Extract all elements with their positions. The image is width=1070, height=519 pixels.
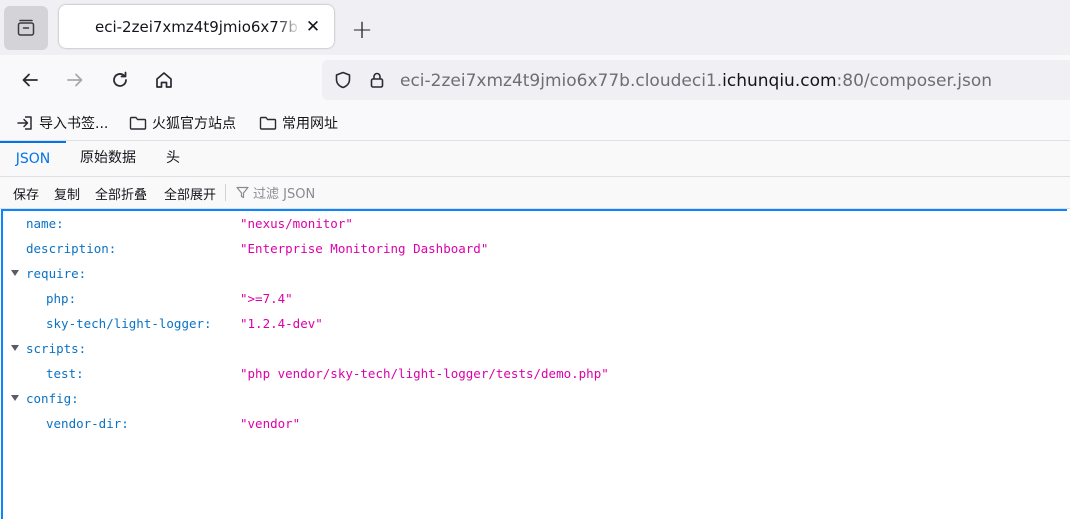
json-row[interactable]: test: "php vendor/sky-tech/light-logger/… bbox=[3, 362, 1063, 384]
expand-toggle-icon[interactable] bbox=[11, 345, 19, 351]
import-icon bbox=[17, 116, 32, 130]
filter-placeholder: 过滤 JSON bbox=[253, 187, 316, 202]
json-toolbar: 保存 复制 全部折叠 全部展开 过滤 JSON bbox=[0, 177, 1070, 209]
json-row[interactable]: vendor-dir: "vendor" bbox=[3, 412, 1063, 434]
json-key: name: bbox=[26, 216, 64, 231]
expand-toggle-icon[interactable] bbox=[11, 270, 19, 276]
tab-raw-data[interactable]: 原始数据 bbox=[80, 141, 136, 176]
json-value: "vendor" bbox=[240, 416, 301, 431]
navigation-toolbar: eci-2zei7xmz4t9jmio6x77b.cloudeci1.ichun… bbox=[0, 55, 1070, 105]
json-key: scripts: bbox=[26, 341, 87, 356]
expand-toggle-icon[interactable] bbox=[11, 395, 19, 401]
close-tab-icon[interactable]: ✕ bbox=[303, 17, 323, 37]
bookmark-label: 火狐官方站点 bbox=[152, 116, 236, 132]
tab-title: eci-2zei7xmz4t9jmio6x77b.cloudeci1.ichun… bbox=[95, 18, 301, 36]
tab-list-icon bbox=[17, 19, 35, 36]
json-value: "php vendor/sky-tech/light-logger/tests/… bbox=[240, 366, 609, 381]
tracking-protection-shield-icon[interactable] bbox=[333, 70, 353, 90]
json-key: require: bbox=[26, 266, 87, 281]
json-tree: name: "nexus/monitor" description: "Ente… bbox=[1, 209, 1067, 519]
url-prefix: eci-2zei7xmz4t9jmio6x77b.cloudeci1. bbox=[400, 71, 723, 91]
tab-list-button[interactable] bbox=[4, 6, 48, 50]
json-viewer-tabs: JSON 原始数据 头 bbox=[0, 141, 1070, 177]
reload-icon[interactable] bbox=[106, 66, 134, 94]
json-value: "1.2.4-dev" bbox=[240, 316, 323, 331]
json-row[interactable]: description: "Enterprise Monitoring Dash… bbox=[3, 237, 1063, 259]
bookmark-folder-common[interactable]: 常用网址 bbox=[259, 112, 338, 134]
bookmark-folder-firefox[interactable]: 火狐官方站点 bbox=[129, 112, 236, 134]
json-row[interactable]: sky-tech/light-logger: "1.2.4-dev" bbox=[3, 312, 1063, 334]
json-value: "Enterprise Monitoring Dashboard" bbox=[240, 241, 489, 256]
active-browser-tab[interactable]: eci-2zei7xmz4t9jmio6x77b.cloudeci1.ichun… bbox=[59, 5, 334, 48]
bookmark-import[interactable]: 导入书签... bbox=[16, 112, 108, 134]
json-key: config: bbox=[26, 391, 79, 406]
json-key: vendor-dir: bbox=[46, 416, 129, 431]
json-key: test: bbox=[46, 366, 84, 381]
json-value: ">=7.4" bbox=[240, 291, 293, 306]
json-key: description: bbox=[26, 241, 117, 256]
url-host: ichunqiu.com bbox=[722, 71, 837, 91]
new-tab-icon[interactable]: + bbox=[348, 15, 376, 45]
bookmark-label: 导入书签... bbox=[39, 116, 109, 132]
json-row[interactable]: name: "nexus/monitor" bbox=[3, 212, 1063, 234]
json-row[interactable]: php: ">=7.4" bbox=[3, 287, 1063, 309]
filter-json-input[interactable]: 过滤 JSON bbox=[236, 184, 316, 202]
url-suffix: :80/composer.json bbox=[836, 71, 993, 91]
folder-icon bbox=[129, 116, 147, 130]
folder-icon bbox=[259, 116, 277, 130]
back-icon[interactable] bbox=[16, 66, 44, 94]
lock-icon[interactable] bbox=[367, 70, 387, 90]
forward-icon[interactable] bbox=[61, 66, 89, 94]
copy-button[interactable]: 复制 bbox=[54, 184, 80, 203]
json-key: php: bbox=[46, 291, 77, 306]
json-value: "nexus/monitor" bbox=[240, 216, 353, 231]
tab-strip: eci-2zei7xmz4t9jmio6x77b.cloudeci1.ichun… bbox=[0, 0, 1070, 55]
filter-icon bbox=[236, 186, 249, 199]
collapse-all-button[interactable]: 全部折叠 bbox=[95, 184, 147, 203]
tab-json[interactable]: JSON bbox=[0, 141, 66, 176]
json-row-expandable[interactable]: config: bbox=[3, 387, 1063, 409]
home-icon[interactable] bbox=[150, 66, 178, 94]
url-text[interactable]: eci-2zei7xmz4t9jmio6x77b.cloudeci1.ichun… bbox=[400, 71, 992, 91]
save-button[interactable]: 保存 bbox=[13, 184, 39, 203]
bookmarks-toolbar: 导入书签... 火狐官方站点 常用网址 bbox=[0, 105, 1070, 141]
address-bar[interactable]: eci-2zei7xmz4t9jmio6x77b.cloudeci1.ichun… bbox=[322, 60, 1070, 100]
json-row-expandable[interactable]: scripts: bbox=[3, 337, 1063, 359]
bookmark-label: 常用网址 bbox=[282, 116, 338, 132]
tab-headers[interactable]: 头 bbox=[166, 141, 180, 176]
json-row-expandable[interactable]: require: bbox=[3, 262, 1063, 284]
json-key: sky-tech/light-logger: bbox=[46, 316, 212, 331]
expand-all-button[interactable]: 全部展开 bbox=[164, 184, 216, 203]
toolbar-divider bbox=[225, 184, 226, 201]
